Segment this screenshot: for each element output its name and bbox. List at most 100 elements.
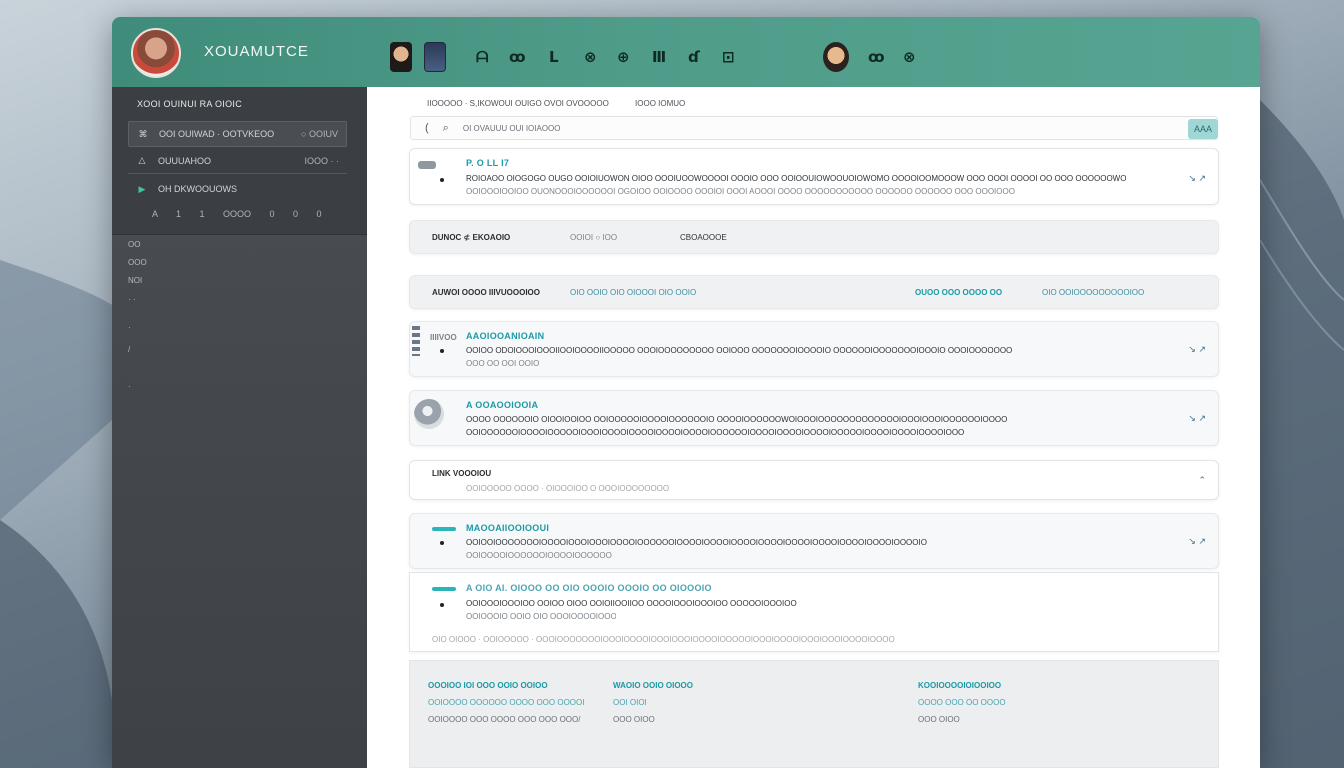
tag-label: IIIIVOO bbox=[430, 333, 457, 342]
app-title: XOUAMUTCE bbox=[204, 43, 309, 60]
filter-label[interactable]: DUNOC ⊄ EKOAOIO bbox=[432, 233, 510, 242]
collapse-icon[interactable]: ⌃ bbox=[1198, 475, 1206, 486]
summary-line: OOO OIOO bbox=[918, 715, 960, 724]
sidebar: XOOI OUINUI RA OIOIC ⌘ OOI OUIWAD · OOTV… bbox=[112, 87, 367, 768]
card-subtext: OOIOOOIO OOIO OIO OOOIOOOOIOOO bbox=[466, 612, 616, 621]
grid-icon[interactable]: ⊗ bbox=[903, 48, 916, 66]
filter-sort[interactable]: CBOAOOOE bbox=[680, 233, 727, 242]
summary-line: OOO OIOO bbox=[613, 715, 655, 724]
expand-icon[interactable]: ↘ ↗ bbox=[1188, 173, 1206, 184]
summary-heading[interactable]: OOOIOO IOI OOO OOIO OOIOO bbox=[428, 681, 584, 690]
grid-icon[interactable]: ⊕ bbox=[617, 48, 630, 66]
expand-icon[interactable]: ↘ ↗ bbox=[1188, 344, 1206, 355]
bullet-icon bbox=[440, 178, 444, 182]
sidebar-row-value: IOOO · · bbox=[304, 155, 340, 166]
sidebar-row-3[interactable]: ▶ OH DKWOOUOWS bbox=[128, 176, 347, 202]
table-header: AUWOI OOOO IIIVUOOOIOO OIO OOIO OIO OIOO… bbox=[409, 275, 1219, 309]
column-header[interactable]: OIO OOIO OIO OIOOOI OIO OOIO bbox=[570, 288, 696, 297]
card-text: OOIOOIOOOOOOOIOOOOIOOOIOOOIOOOOIOOOOOOIO… bbox=[466, 538, 927, 547]
play-icon: ▶ bbox=[138, 183, 146, 194]
card-text: OOIOOOIOOOIOO OOIOO OIOO OOIOIIOOIIOO OO… bbox=[466, 599, 797, 608]
sidebar-row-value: ○ OOIUV bbox=[301, 129, 338, 139]
summary-column-2: WAOIO OOIO OIOOO OOI OIOI OOO OIOO bbox=[613, 681, 693, 732]
chart-icon[interactable]: ꝏ bbox=[868, 48, 885, 66]
expand-icon[interactable]: ↘ ↗ bbox=[1188, 413, 1206, 424]
link-icon[interactable]: ɗ bbox=[688, 48, 700, 66]
compass-icon[interactable]: ⊗ bbox=[584, 48, 597, 66]
filter-bar: DUNOC ⊄ EKOAOIO OOIOI ○ IOO CBOAOOOE bbox=[409, 220, 1219, 254]
summary-column-3: KOOIOOOOIOIOOIOO OOOO OOO OO OOOO OOO OI… bbox=[918, 681, 1006, 732]
summary-heading[interactable]: KOOIOOOOIOIOOIOO bbox=[918, 681, 1006, 690]
result-card[interactable]: IIIIVOO AAOIOOANIOAIN OOIOO ODOIOOOIOOOI… bbox=[409, 321, 1219, 377]
summary-column-1: OOOIOO IOI OOO OOIO OOIOO OOIOOOO OOOOOO… bbox=[428, 681, 584, 732]
result-card[interactable]: A OOAOOIOOIA OOOO OOOOOOIO OIOOIOOIOO OO… bbox=[409, 390, 1219, 446]
result-card[interactable]: LINK VOOOIOU OOIOOOOO OOOO · OIOOOIOO O … bbox=[409, 460, 1219, 500]
document-icon[interactable]: ⊡ bbox=[722, 48, 735, 66]
search-button[interactable]: AAA bbox=[1188, 119, 1218, 139]
breadcrumb-path[interactable]: IIOOOOO · S,IKOWOUI OUIGO OVOI OVOOOOO bbox=[427, 99, 609, 108]
summary-panel: OOOIOO IOI OOO OOIO OOIOO OOIOOOO OOOOOO… bbox=[409, 660, 1219, 768]
summary-heading[interactable]: WAOIO OOIO OIOOO bbox=[613, 681, 693, 690]
summary-line: OOOO OOO OO OOOO bbox=[918, 698, 1006, 707]
sidebar-panel: XOOI OUINUI RA OIOIC ⌘ OOI OUIWAD · OOTV… bbox=[112, 87, 367, 235]
person-icon[interactable] bbox=[390, 42, 412, 72]
card-title: LINK VOOOIOU bbox=[432, 469, 492, 478]
photo-icon[interactable] bbox=[424, 42, 446, 72]
sidebar-heading: XOOI OUINUI RA OIOIC bbox=[137, 99, 243, 109]
sidebar-row-label: OUUUAHOO bbox=[158, 155, 212, 166]
sidebar-item[interactable]: / bbox=[128, 345, 130, 354]
sidebar-mini-toolbar[interactable]: A 1 1 OOOO 0 0 0 bbox=[152, 209, 322, 219]
profile-avatar[interactable] bbox=[131, 28, 181, 78]
sidebar-item[interactable]: · bbox=[128, 323, 131, 332]
filter-options[interactable]: OOIOI ○ IOO bbox=[570, 233, 617, 242]
main-content: IIOOOOO · S,IKOWOUI OUIGO OVOI OVOOOOO I… bbox=[367, 87, 1260, 768]
bullet-icon bbox=[440, 349, 444, 353]
sidebar-row-2[interactable]: △ OUUUAHOO IOOO · · bbox=[128, 148, 347, 174]
sidebar-item[interactable]: · · bbox=[128, 295, 136, 304]
summary-line: OOIOOOO OOOOOO OOOO OOO OOOOI bbox=[428, 698, 585, 707]
summary-line: OOIOOOO OOO OOOO OOO OOO OOO/ bbox=[428, 715, 581, 724]
status-badge bbox=[432, 527, 456, 531]
avatar bbox=[414, 399, 444, 429]
search-bar[interactable]: ( ⌕ OI OVAUUU OUI IOIAOOO AAA bbox=[410, 116, 1218, 140]
tag-badge bbox=[418, 161, 436, 169]
card-footer-text: OIO OIOOO · OOIOOOOO · OOOIOOOOOOOIOOOIO… bbox=[432, 635, 895, 644]
sidebar-item[interactable]: OOO bbox=[128, 258, 147, 267]
result-card[interactable]: P. O LL I7 ROIOAOO OIOGOGO OUGO OOIOIUOW… bbox=[409, 148, 1219, 205]
card-title: MAOOAIIOOIOOUI bbox=[466, 523, 550, 533]
card-text: OOIOOOOOOIOOOOIOOOOOIOOOIOOOOIOOOOIOOOOI… bbox=[466, 428, 965, 437]
sidebar-item[interactable]: · bbox=[128, 382, 131, 391]
expand-icon[interactable]: ↘ ↗ bbox=[1188, 536, 1206, 547]
back-icon[interactable]: ( bbox=[425, 122, 429, 134]
card-text: OOOO OOOOOOIO OIOOIOOIOO OOIOOOOOIOOOOIO… bbox=[466, 415, 1008, 424]
sidebar-item[interactable]: NOI bbox=[128, 276, 142, 285]
column-header[interactable]: AUWOI OOOO IIIVUOOOIOO bbox=[432, 288, 540, 297]
column-header[interactable]: OIO OOIOOOOOOOOOIOO bbox=[1042, 288, 1144, 297]
command-icon: ⌘ bbox=[138, 128, 148, 139]
top-header: XOUAMUTCE ᗩ ꝏ ꓡ ⊗ ⊕ Ⅲ ɗ ⊡ ꝏ ⊗ bbox=[112, 17, 1260, 87]
search-input[interactable]: OI OVAUUU OUI IOIAOOO bbox=[463, 124, 561, 133]
result-card[interactable]: A OIO AI. OIOOO OO OIO OOOIO OOOIO OO OI… bbox=[409, 572, 1219, 652]
status-badge bbox=[432, 587, 456, 591]
search-icon: ⌕ bbox=[442, 121, 449, 134]
card-subtext: OOIOOOOIOOOOOOIOOOOIOOOOOO bbox=[466, 551, 612, 560]
sidebar-item[interactable]: OO bbox=[128, 240, 140, 249]
breadcrumb: IIOOOOO · S,IKOWOUI OUIGO OVOI OVOOOOO I… bbox=[427, 99, 685, 108]
sidebar-row-label: OH DKWOOUOWS bbox=[158, 184, 237, 194]
column-header[interactable]: OUOO OOO OOOO OO bbox=[915, 288, 1002, 297]
tag-label bbox=[412, 326, 420, 356]
bullet-icon bbox=[440, 541, 444, 545]
user-icon[interactable] bbox=[823, 42, 849, 72]
card-title: A OOAOOIOOIA bbox=[466, 400, 539, 410]
card-subtext: OOIOOOOO OOOO · OIOOOIOO O OOOIOOOOOOOO bbox=[466, 484, 670, 493]
chart-icon[interactable]: ᗩ bbox=[476, 48, 488, 66]
sidebar-row-1[interactable]: ⌘ OOI OUIWAD · OOTVKEOO ○ OOIUV bbox=[128, 121, 347, 147]
card-text: OOIOO ODOIOOOIOOOIIOOIOOOOIIOOOOO OOOIOO… bbox=[466, 346, 1013, 355]
table-icon[interactable]: ꝏ bbox=[509, 48, 526, 66]
card-subtext: OOO OO OOI OOIO bbox=[466, 359, 540, 368]
bullet-icon bbox=[440, 603, 444, 607]
graph-icon[interactable]: ꓡ bbox=[549, 48, 559, 66]
layers-icon[interactable]: Ⅲ bbox=[652, 48, 666, 66]
result-card[interactable]: MAOOAIIOOIOOUI OOIOOIOOOOOOOIOOOOIOOOIOO… bbox=[409, 513, 1219, 569]
breadcrumb-current[interactable]: IOOO IOMUO bbox=[635, 99, 685, 108]
